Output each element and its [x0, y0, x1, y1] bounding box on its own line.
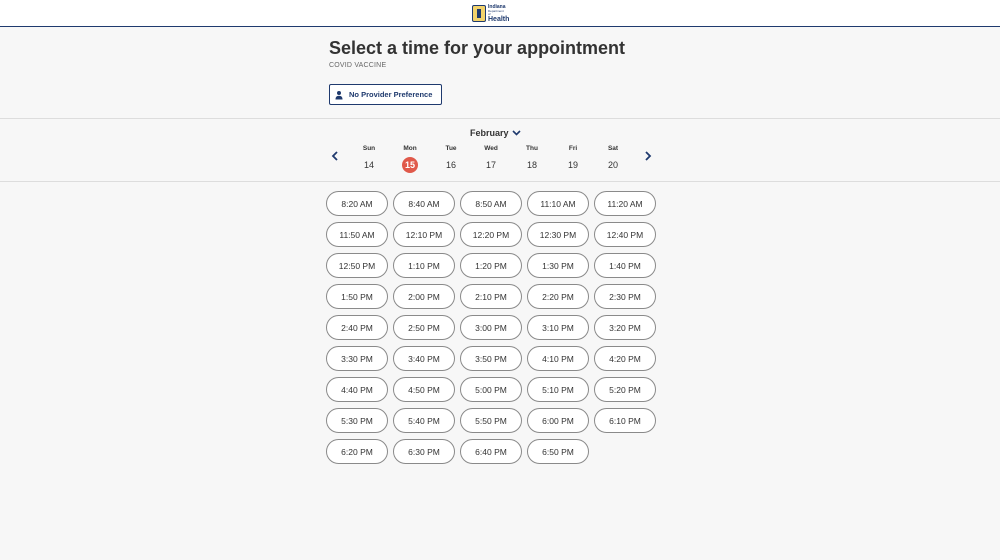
time-slot-button[interactable]: 2:20 PM — [527, 284, 589, 309]
day-sat[interactable]: Sat 20 — [598, 145, 628, 173]
next-week-button[interactable] — [643, 150, 653, 162]
time-slot-button[interactable]: 6:40 PM — [460, 439, 522, 464]
day-number: 16 — [445, 160, 456, 170]
time-slot-button[interactable]: 6:20 PM — [326, 439, 388, 464]
person-icon — [335, 90, 343, 99]
day-mon[interactable]: Mon 15 — [395, 145, 425, 173]
time-slot-button[interactable]: 1:10 PM — [393, 253, 455, 278]
time-slot-button[interactable]: 2:00 PM — [393, 284, 455, 309]
day-thu[interactable]: Thu 18 — [517, 145, 547, 173]
time-slot-button[interactable]: 6:00 PM — [527, 408, 589, 433]
time-slot-button[interactable]: 4:10 PM — [527, 346, 589, 371]
time-slot-button[interactable]: 1:30 PM — [527, 253, 589, 278]
time-slot-button[interactable]: 5:50 PM — [460, 408, 522, 433]
chevron-down-icon — [511, 130, 521, 136]
time-slot-button[interactable]: 3:40 PM — [393, 346, 455, 371]
day-sun[interactable]: Sun 14 — [354, 145, 384, 173]
top-bar: Indiana Department of Health — [0, 0, 1000, 27]
day-name: Fri — [568, 145, 578, 152]
time-slot-button[interactable]: 12:40 PM — [594, 222, 656, 247]
time-slot-button[interactable]: 4:50 PM — [393, 377, 455, 402]
page-title: Select a time for your appointment — [329, 38, 626, 58]
time-slot-button[interactable]: 12:10 PM — [393, 222, 455, 247]
time-slot-button[interactable]: 5:40 PM — [393, 408, 455, 433]
day-name: Tue — [445, 145, 457, 152]
time-slot-button[interactable]: 4:20 PM — [594, 346, 656, 371]
time-slot-button[interactable]: 11:20 AM — [594, 191, 656, 216]
day-name: Sat — [607, 145, 619, 152]
month-selector[interactable]: February — [470, 128, 521, 138]
chevron-left-icon — [331, 151, 338, 161]
day-tue[interactable]: Tue 16 — [436, 145, 466, 173]
time-slot-button[interactable]: 12:20 PM — [460, 222, 522, 247]
time-slot-button[interactable]: 2:40 PM — [326, 315, 388, 340]
logo-text: Indiana Department of Health — [488, 4, 510, 23]
time-slot-button[interactable]: 1:40 PM — [594, 253, 656, 278]
day-number: 18 — [526, 160, 537, 170]
time-slot-button[interactable]: 3:50 PM — [460, 346, 522, 371]
time-slot-button[interactable]: 3:10 PM — [527, 315, 589, 340]
time-slot-button[interactable]: 3:00 PM — [460, 315, 522, 340]
time-slot-button[interactable]: 11:10 AM — [527, 191, 589, 216]
provider-preference-label: No Provider Preference — [349, 90, 433, 99]
time-slot-grid: 8:20 AM 8:40 AM 8:50 AM 11:10 AM 11:20 A… — [326, 191, 661, 464]
day-name: Mon — [403, 145, 417, 152]
time-slot-button[interactable]: 1:20 PM — [460, 253, 522, 278]
time-slot-button[interactable]: 5:00 PM — [460, 377, 522, 402]
day-name: Wed — [484, 145, 498, 152]
day-name: Thu — [526, 145, 538, 152]
time-slot-button[interactable]: 6:10 PM — [594, 408, 656, 433]
time-slot-button[interactable]: 4:40 PM — [326, 377, 388, 402]
month-label: February — [470, 128, 509, 138]
day-name: Sun — [362, 145, 376, 152]
time-slot-button[interactable]: 6:30 PM — [393, 439, 455, 464]
time-slot-button[interactable]: 2:10 PM — [460, 284, 522, 309]
logo-line-4: Health — [488, 15, 510, 23]
page-subtitle: COVID VACCINE — [329, 62, 387, 69]
day-fri[interactable]: Fri 19 — [558, 145, 588, 173]
indiana-department-of-health-logo[interactable]: Indiana Department of Health — [472, 4, 512, 23]
time-slot-button[interactable]: 6:50 PM — [527, 439, 589, 464]
time-slot-button[interactable]: 8:50 AM — [460, 191, 522, 216]
day-number: 19 — [567, 160, 578, 170]
time-slot-button[interactable]: 3:20 PM — [594, 315, 656, 340]
time-slot-button[interactable]: 8:20 AM — [326, 191, 388, 216]
time-slot-button[interactable]: 8:40 AM — [393, 191, 455, 216]
state-seal-icon — [472, 5, 486, 22]
time-slot-button[interactable]: 11:50 AM — [326, 222, 388, 247]
chevron-right-icon — [645, 151, 652, 161]
day-number: 14 — [363, 160, 374, 170]
time-slot-button[interactable]: 2:50 PM — [393, 315, 455, 340]
day-number: 20 — [607, 160, 618, 170]
time-slot-button[interactable]: 12:30 PM — [527, 222, 589, 247]
time-slot-button[interactable]: 5:30 PM — [326, 408, 388, 433]
day-wed[interactable]: Wed 17 — [476, 145, 506, 173]
day-number: 17 — [485, 160, 496, 170]
time-slot-button[interactable]: 5:10 PM — [527, 377, 589, 402]
time-slot-button[interactable]: 5:20 PM — [594, 377, 656, 402]
time-slot-button[interactable]: 12:50 PM — [326, 253, 388, 278]
time-slot-button[interactable]: 3:30 PM — [326, 346, 388, 371]
time-slot-button[interactable]: 1:50 PM — [326, 284, 388, 309]
previous-week-button[interactable] — [330, 150, 340, 162]
time-slot-button[interactable]: 2:30 PM — [594, 284, 656, 309]
provider-preference-button[interactable]: No Provider Preference — [329, 84, 442, 105]
day-number-selected: 15 — [402, 157, 418, 173]
